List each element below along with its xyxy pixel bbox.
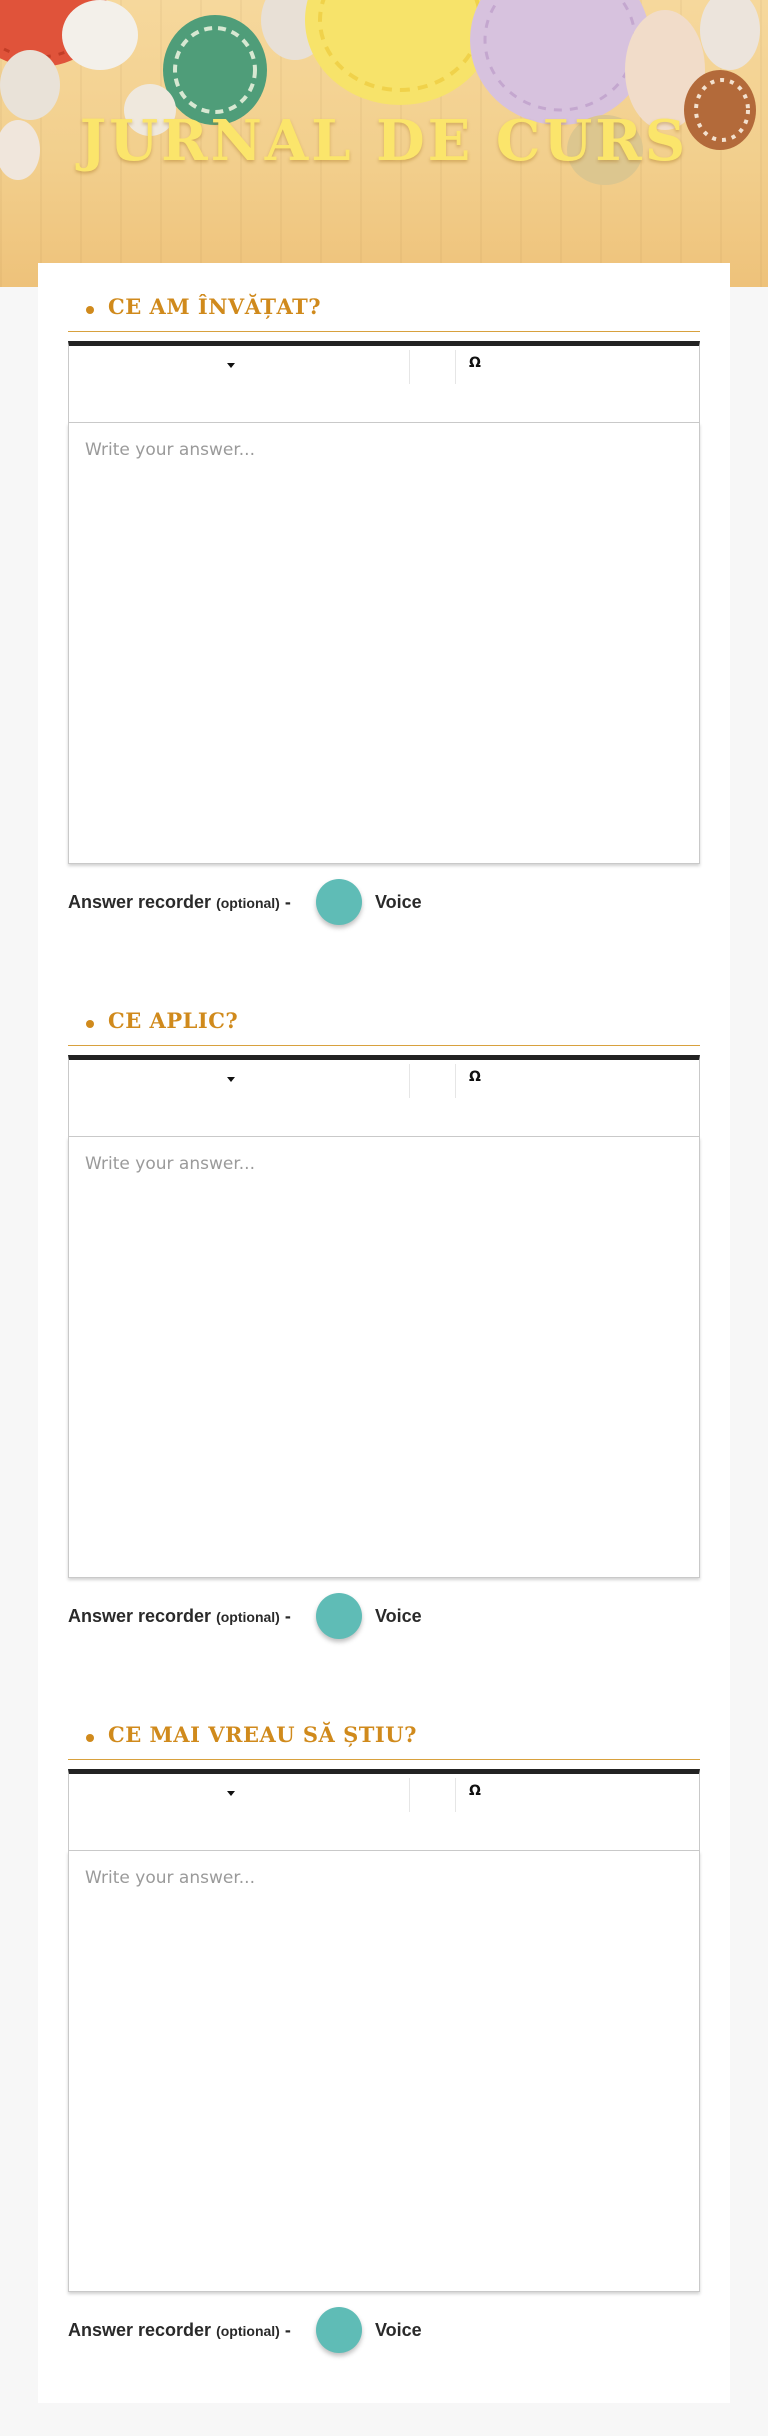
recorder-label-text: Answer recorder: [68, 2320, 212, 2340]
recorder-dash: -: [284, 1606, 291, 1626]
format-dropdown[interactable]: [69, 346, 409, 386]
recorder-dash: -: [284, 2320, 291, 2340]
editor-toolbar: Ω: [68, 1769, 700, 1851]
answer-recorder-label: Answer recorder (optional) -: [68, 1606, 291, 1627]
voice-label: Voice: [375, 892, 422, 912]
voice-label: Voice: [375, 2320, 422, 2340]
answer-placeholder: Write your answer...: [85, 440, 255, 460]
caret-down-icon: [227, 1791, 235, 1796]
answer-textarea[interactable]: Write your answer...: [68, 1851, 700, 2292]
answer-placeholder: Write your answer...: [85, 1154, 255, 1174]
page-title: JURNAL DE CURS: [79, 108, 689, 174]
answer-placeholder: Write your answer...: [85, 1868, 255, 1888]
recorder-label-text: Answer recorder: [68, 1606, 212, 1626]
answer-textarea[interactable]: Write your answer...: [68, 1137, 700, 1578]
record-voice-button[interactable]: [316, 1593, 362, 1639]
question-title-row: CE AM ÎNVĂȚAT?: [68, 290, 700, 332]
recorder-optional-text: (optional): [216, 2323, 280, 2339]
journal-form-card: CE AM ÎNVĂȚAT? Ω Write your answer... An…: [38, 263, 730, 2403]
special-characters-button[interactable]: Ω: [469, 1069, 481, 1085]
format-dropdown[interactable]: [69, 1060, 409, 1100]
toolbar-divider: [409, 1778, 410, 1812]
editor-toolbar: Ω: [68, 1055, 700, 1137]
recorder-label-text: Answer recorder: [68, 892, 212, 912]
recorder-optional-text: (optional): [216, 1609, 280, 1625]
question-title: CE APLIC?: [108, 1008, 239, 1033]
answer-recorder-label: Answer recorder (optional) -: [68, 892, 291, 913]
record-voice-button[interactable]: [316, 2307, 362, 2353]
header-banner: JURNAL DE CURS: [0, 0, 768, 287]
recorder-optional-text: (optional): [216, 895, 280, 911]
bullet-icon: [86, 1734, 94, 1742]
recorder-dash: -: [284, 892, 291, 912]
toolbar-divider: [455, 1064, 456, 1098]
question-title: CE MAI VREAU SĂ ȘTIU?: [108, 1722, 417, 1747]
toolbar-divider: [409, 350, 410, 384]
answer-recorder: Answer recorder (optional) - Voice: [68, 875, 700, 929]
editor-toolbar: Ω: [68, 341, 700, 423]
question-title: CE AM ÎNVĂȚAT?: [108, 294, 322, 319]
question-title-row: CE MAI VREAU SĂ ȘTIU?: [68, 1718, 700, 1760]
caret-down-icon: [227, 363, 235, 368]
question-section-3: CE MAI VREAU SĂ ȘTIU? Ω Write your answe…: [68, 1718, 700, 2357]
toolbar-divider: [409, 1064, 410, 1098]
question-section-2: CE APLIC? Ω Write your answer... Answer …: [68, 1004, 700, 1643]
toolbar-divider: [455, 350, 456, 384]
answer-recorder-label: Answer recorder (optional) -: [68, 2320, 291, 2341]
answer-textarea[interactable]: Write your answer...: [68, 423, 700, 864]
record-voice-button[interactable]: [316, 879, 362, 925]
question-section-1: CE AM ÎNVĂȚAT? Ω Write your answer... An…: [68, 290, 700, 929]
special-characters-button[interactable]: Ω: [469, 1783, 481, 1799]
special-characters-button[interactable]: Ω: [469, 355, 481, 371]
bullet-icon: [86, 1020, 94, 1028]
voice-label: Voice: [375, 1606, 422, 1626]
answer-recorder: Answer recorder (optional) - Voice: [68, 1589, 700, 1643]
answer-recorder: Answer recorder (optional) - Voice: [68, 2303, 700, 2357]
caret-down-icon: [227, 1077, 235, 1082]
question-title-row: CE APLIC?: [68, 1004, 700, 1046]
toolbar-divider: [455, 1778, 456, 1812]
format-dropdown[interactable]: [69, 1774, 409, 1814]
bullet-icon: [86, 306, 94, 314]
